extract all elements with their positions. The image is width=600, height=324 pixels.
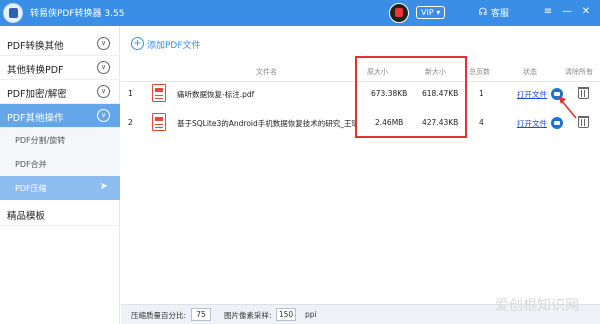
sidebar-subitem-split-rotate[interactable]: PDF分割/旋转 [0, 128, 120, 152]
quality-input[interactable]: 75 [191, 308, 211, 321]
sidebar-item-encrypt[interactable]: PDF加密/解密 ∨ [0, 80, 120, 104]
sidebar-item-other-to-pdf[interactable]: 其他转换PDF ∨ [0, 56, 120, 80]
row-pages: 4 [479, 118, 484, 127]
sidebar-item-label: 其他转换PDF [7, 65, 64, 76]
column-status: 状态 [523, 68, 537, 76]
clear-all-button[interactable]: 清除所有 [565, 67, 593, 77]
service-label[interactable]: 客服 [491, 6, 509, 19]
sidebar-item-templates[interactable]: 精品模板 [0, 202, 120, 226]
column-pages: 总页数 [469, 68, 490, 76]
sample-input[interactable]: 150 [276, 308, 296, 321]
sidebar-item-label: PDF其他操作 [7, 113, 64, 124]
sidebar-item-label: 精品模板 [7, 211, 46, 222]
chevron-down-icon: ∨ [97, 61, 110, 74]
sidebar-subitem-label: PDF合并 [15, 160, 47, 169]
annotation-highlight-box [355, 56, 467, 138]
row-index: 1 [128, 89, 133, 98]
headset-icon[interactable]: ☊ [476, 6, 490, 20]
column-filename: 文件名 [256, 68, 277, 76]
sample-unit: ppi [305, 310, 317, 319]
plus-icon: + [131, 37, 144, 50]
add-pdf-label: 添加PDF文件 [147, 41, 201, 51]
sidebar-subitem-label: PDF分割/旋转 [15, 136, 66, 145]
user-avatar[interactable] [389, 3, 409, 23]
menu-icon[interactable]: ≡ [540, 4, 556, 20]
minimize-button[interactable]: — [559, 4, 575, 20]
row-filename: 基于SQLite3的Android手机数据恢复技术的研究_王瑶... [177, 119, 355, 128]
open-file-link[interactable]: 打开文件 [517, 118, 547, 129]
sidebar-item-other-ops[interactable]: PDF其他操作 ∨ [0, 104, 120, 128]
sidebar-subitem-compress[interactable]: PDF压缩 ➤ [0, 176, 120, 200]
sidebar: PDF转换其他 ∨ 其他转换PDF ∨ PDF加密/解密 ∨ PDF其他操作 ∨… [0, 26, 120, 324]
vip-badge[interactable]: VIP ▾ [416, 6, 446, 19]
sidebar-item-pdf-to-other[interactable]: PDF转换其他 ∨ [0, 32, 120, 56]
open-file-link[interactable]: 打开文件 [517, 89, 547, 100]
chevron-down-icon: ∨ [97, 85, 110, 98]
pdf-file-icon [152, 84, 166, 102]
app-title: 转易侠PDF转换器 3.55 [30, 9, 125, 19]
row-pages: 1 [479, 89, 484, 98]
sidebar-item-label: PDF加密/解密 [7, 89, 67, 100]
close-button[interactable]: ✕ [578, 4, 594, 20]
sidebar-subitem-merge[interactable]: PDF合并 [0, 152, 120, 176]
sidebar-item-label: PDF转换其他 [7, 41, 64, 52]
sidebar-subitem-label: PDF压缩 [15, 184, 47, 193]
sample-label: 图片像素采样: [224, 311, 272, 320]
chevron-down-icon: ∨ [97, 37, 110, 50]
vip-label: VIP [421, 8, 434, 17]
row-filename: 痛听数据恢复-标注.pdf [177, 90, 255, 99]
watermark: 爱创根知识网 [495, 298, 579, 314]
title-bar: 转易侠PDF转换器 3.55 VIP ▾ ☊ 客服 ≡ — ✕ [0, 0, 600, 26]
arrow-right-icon: ➤ [99, 181, 108, 192]
chevron-down-icon: ∨ [97, 109, 110, 122]
pdf-file-icon [152, 113, 166, 131]
annotation-arrow [558, 96, 577, 119]
row-index: 2 [128, 118, 133, 127]
quality-label: 压缩质量百分比: [131, 311, 187, 320]
vip-dropdown-icon: ▾ [436, 8, 441, 17]
app-logo-icon [3, 3, 23, 23]
